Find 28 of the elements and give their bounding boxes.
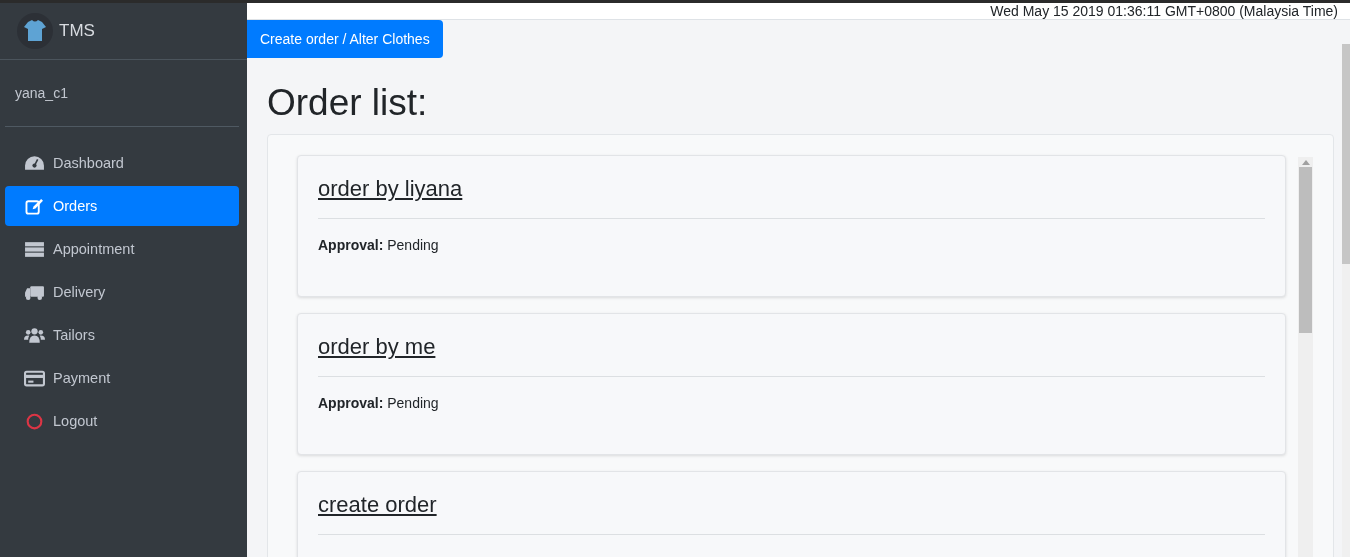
circle-icon (24, 412, 45, 430)
user-name: yana_c1 (14, 84, 69, 103)
truck-icon (24, 283, 45, 301)
approval-status: Approval: Pending (318, 237, 440, 253)
nav-item[interactable]: Appointment (5, 229, 239, 269)
nav-item[interactable]: Logout (5, 401, 239, 441)
nav-item[interactable]: Tailors (5, 315, 239, 355)
server-icon (24, 240, 45, 258)
approval-status: Approval: Pending (318, 395, 440, 411)
nav-item[interactable]: Orders (5, 186, 239, 226)
order-title-link[interactable]: create order (318, 492, 437, 517)
scrollbar[interactable] (1298, 157, 1313, 557)
order-title-link[interactable]: order by me (318, 334, 436, 359)
nav-item[interactable]: Payment (5, 358, 239, 398)
credit-card-icon (24, 369, 45, 387)
gauge-icon (24, 154, 45, 172)
edit-icon (24, 197, 45, 215)
date-time: Wed May 15 2019 01:36:11 GMT+0800 (Malaysia Time) (990, 3, 1338, 19)
page-scrollbar[interactable] (1342, 44, 1350, 557)
create-order-button[interactable]: Create order / Alter Clothes (247, 20, 443, 58)
scroll-up-icon[interactable] (1301, 160, 1310, 165)
page-title: Order list: (267, 82, 429, 124)
order-title-link[interactable]: order by liyana (318, 176, 463, 201)
users-icon (24, 326, 45, 344)
nav-item[interactable]: Delivery (5, 272, 239, 312)
brand-name: TMS (59, 21, 95, 41)
nav-item[interactable]: Dashboard (5, 143, 239, 183)
shirt-logo-icon (17, 13, 53, 49)
